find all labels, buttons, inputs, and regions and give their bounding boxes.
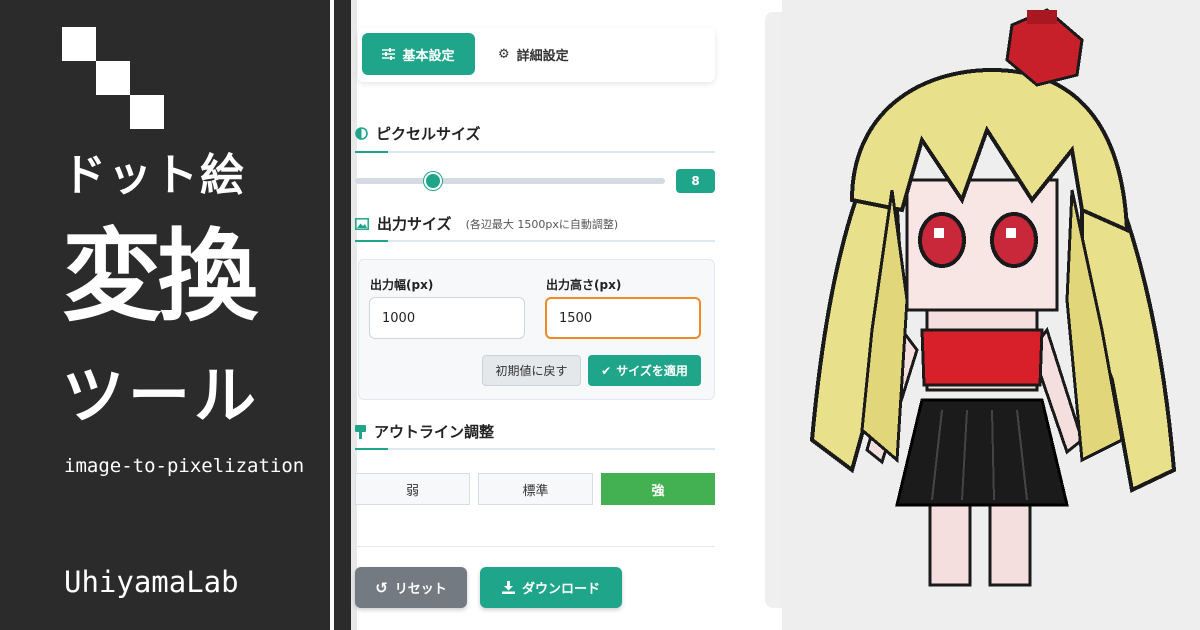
sliders-icon	[382, 48, 396, 60]
pixel-art-character-image	[809, 8, 1177, 587]
section-title: アウトライン調整	[374, 423, 495, 441]
section-underline	[355, 448, 715, 450]
download-icon	[501, 581, 515, 594]
pixel-size-slider-thumb[interactable]	[423, 172, 442, 190]
pixel-decoration	[130, 95, 164, 129]
contrast-icon	[355, 127, 368, 140]
pixel-size-value-badge: 8	[676, 169, 715, 193]
reset-button[interactable]: ↺ リセット	[355, 567, 467, 608]
pixel-size-slider-track[interactable]	[355, 178, 665, 184]
brush-icon	[355, 424, 366, 439]
tab-advanced-settings[interactable]: ⚙ 詳細設定	[498, 33, 598, 75]
pixel-decoration	[96, 61, 130, 95]
banner-subtitle: image-to-pixelization	[64, 455, 305, 477]
banner-title-line2: 変換	[62, 218, 258, 335]
image-icon	[355, 217, 369, 230]
reset-size-button[interactable]: 初期値に戻す	[482, 355, 581, 386]
height-label: 出力高さ(px)	[546, 278, 622, 292]
outline-option-strong[interactable]: 強	[601, 473, 715, 505]
outline-option-weak[interactable]: 弱	[355, 473, 470, 505]
outline-heading: アウトライン調整	[355, 421, 494, 442]
apply-size-label: サイズを適用	[616, 364, 688, 378]
divider-stripe	[334, 0, 351, 630]
section-underline	[355, 151, 715, 153]
title-banner: ドット絵 変換 ツール image-to-pixelization Uhiyam…	[0, 0, 330, 630]
undo-icon: ↺	[375, 578, 388, 597]
gear-icon: ⚙	[498, 46, 510, 62]
settings-tabs: 基本設定 ⚙ 詳細設定	[358, 28, 715, 82]
pixel-decoration	[62, 27, 96, 61]
banner-brand: UhiyamaLab	[64, 565, 239, 599]
banner-title-line1: ドット絵	[62, 150, 246, 201]
download-button[interactable]: ダウンロード	[480, 567, 622, 608]
section-title: 出力サイズ	[377, 215, 452, 233]
tab-label: 詳細設定	[516, 48, 569, 64]
width-label: 出力幅(px)	[370, 278, 434, 292]
width-input[interactable]: 1000	[369, 297, 525, 339]
height-input[interactable]: 1500	[545, 297, 701, 339]
tab-label: 基本設定	[402, 48, 455, 64]
actions-divider	[355, 546, 715, 547]
pixel-art-preview	[782, 0, 1200, 630]
outline-option-standard[interactable]: 標準	[478, 473, 593, 505]
download-label: ダウンロード	[521, 582, 600, 597]
section-underline	[355, 240, 715, 242]
banner-title-line3: ツール	[62, 359, 261, 432]
output-size-note: (各辺最大 1500pxに自動調整)	[465, 217, 619, 231]
tab-basic-settings[interactable]: 基本設定	[362, 33, 475, 75]
section-title: ピクセルサイズ	[376, 125, 481, 143]
reset-label: リセット	[394, 582, 447, 597]
apply-size-button[interactable]: ✔ サイズを適用	[588, 355, 701, 386]
pixel-size-heading: ピクセルサイズ	[355, 123, 481, 144]
check-icon: ✔	[601, 363, 612, 378]
output-size-heading: 出力サイズ (各辺最大 1500pxに自動調整)	[355, 213, 618, 234]
